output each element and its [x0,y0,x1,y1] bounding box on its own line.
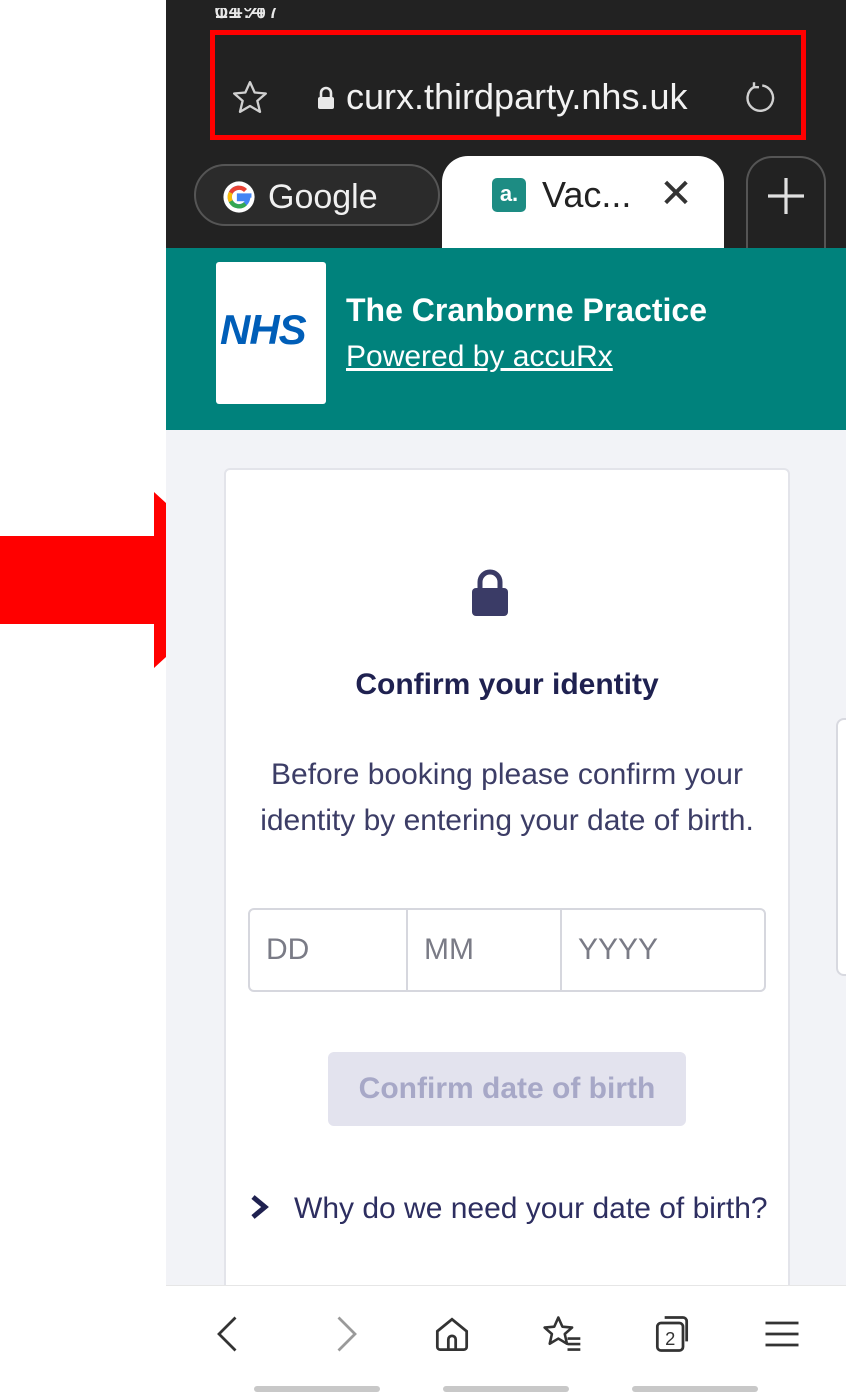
new-tab-button[interactable] [746,156,826,248]
forward-icon[interactable] [322,1312,366,1356]
site-header: NHS The Cranborne Practice Powered by ac… [166,248,846,430]
gesture-bar-right [632,1386,758,1392]
powered-by-link[interactable]: Powered by accuRx [346,340,613,374]
chevron-right-icon [251,1195,269,1219]
phone-screen: 11:47 64% curx.thirdparty.nhs.uk Google [166,0,846,1397]
reload-icon[interactable] [742,80,778,116]
dob-day-input[interactable] [250,910,404,990]
tab-google[interactable]: Google [194,164,440,226]
why-dob-disclosure[interactable]: Why do we need your date of birth? [248,1188,768,1230]
card-title: Confirm your identity [355,668,659,701]
home-icon[interactable] [430,1312,474,1356]
identity-card: Confirm your identity Before booking ple… [224,468,790,1308]
nhs-logo: NHS [216,262,326,404]
google-g-icon [223,181,255,213]
svg-text:2: 2 [665,1328,675,1349]
practice-name: The Cranborne Practice [346,292,707,328]
bottom-nav-bar: 2 [166,1285,846,1397]
why-dob-text: Why do we need your date of birth? [294,1192,768,1225]
bookmark-star-icon[interactable] [230,78,270,118]
browser-chrome: 11:47 64% curx.thirdparty.nhs.uk Google [166,0,846,248]
bookmarks-icon[interactable] [540,1312,584,1356]
nhs-logo-text: NHS [220,306,307,353]
plus-icon [768,178,804,214]
dob-month-input[interactable] [406,910,558,990]
status-battery: 64% [214,8,267,24]
gesture-bar-left [254,1386,380,1392]
confirm-dob-button[interactable]: Confirm date of birth [328,1052,686,1126]
lock-icon [472,569,508,616]
tab-vaccination[interactable]: a. Vac... ✕ [442,156,724,248]
gesture-bar-center [443,1386,569,1392]
menu-icon[interactable] [760,1312,804,1356]
url-text[interactable]: curx.thirdparty.nhs.uk [346,76,687,118]
back-icon[interactable] [208,1312,252,1356]
close-tab-icon[interactable]: ✕ [656,174,696,214]
accurx-favicon: a. [492,178,526,212]
tab-vaccination-label: Vac... [542,174,632,215]
card-description: Before booking please confirm your ident… [260,758,754,837]
tabs-count-icon[interactable]: 2 [650,1312,694,1356]
date-of-birth-group [248,908,766,992]
dob-year-input[interactable] [560,910,764,990]
tab-google-label: Google [268,178,378,216]
side-card-edge [836,718,846,976]
secure-lock-icon [318,86,334,109]
